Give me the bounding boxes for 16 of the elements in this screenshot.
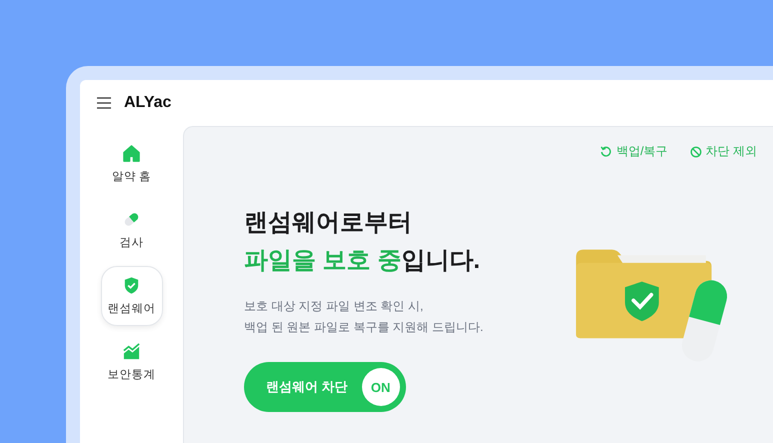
description-text: 보호 대상 지정 파일 변조 확인 시, xyxy=(244,298,424,315)
home-icon xyxy=(122,144,141,163)
description-text: 백업 된 원본 파일로 복구를 지원해 드립니다. xyxy=(244,319,484,336)
sidebar-item[interactable]: 보안통계 xyxy=(100,332,162,392)
sidebar-item[interactable]: 랜섬웨어 xyxy=(100,266,162,326)
restore-icon xyxy=(600,146,612,158)
shield-check-icon xyxy=(122,276,141,295)
block-icon xyxy=(690,146,702,158)
toggle-knob: ON xyxy=(362,368,400,406)
chart-icon xyxy=(122,342,141,361)
sidebar-item[interactable]: 알약 홈 xyxy=(100,134,162,194)
menu-icon[interactable] xyxy=(97,97,111,109)
app-title: ALYac xyxy=(124,94,172,112)
sidebar-item[interactable]: 검사 xyxy=(100,200,162,260)
headline-line: 파일을 보호 중입니다. xyxy=(244,246,482,276)
headline-line: 랜섬웨어로부터 xyxy=(244,208,413,238)
